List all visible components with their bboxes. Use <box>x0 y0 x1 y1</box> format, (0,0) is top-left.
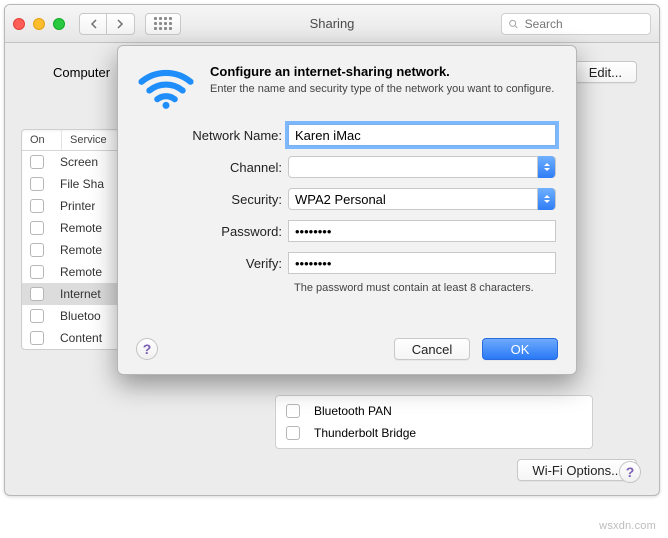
nav-buttons <box>79 13 135 35</box>
password-hint: The password must contain at least 8 cha… <box>294 282 556 294</box>
service-checkbox[interactable] <box>30 309 44 323</box>
label-security: Security: <box>138 192 288 207</box>
service-checkbox[interactable] <box>30 221 44 235</box>
service-checkbox[interactable] <box>30 199 44 213</box>
search-input[interactable] <box>523 16 644 32</box>
grid-icon <box>154 17 172 30</box>
label-password: Password: <box>138 224 288 239</box>
zoom-icon[interactable] <box>53 18 65 30</box>
sheet-title: Configure an internet-sharing network. <box>210 64 554 79</box>
service-checkbox[interactable] <box>30 155 44 169</box>
sheet-subtitle: Enter the name and security type of the … <box>210 82 554 96</box>
service-label: Remote <box>60 221 102 235</box>
ok-button[interactable]: OK <box>482 338 558 360</box>
wifi-icon <box>138 64 194 110</box>
service-checkbox[interactable] <box>30 265 44 279</box>
ports-list: Bluetooth PAN Thunderbolt Bridge <box>275 395 593 449</box>
chevron-left-icon <box>90 19 97 29</box>
dropdown-arrows-icon <box>537 156 555 178</box>
network-name-input[interactable] <box>288 124 556 146</box>
cancel-button[interactable]: Cancel <box>394 338 470 360</box>
help-button[interactable]: ? <box>619 461 641 483</box>
service-checkbox[interactable] <box>30 287 44 301</box>
service-label: Screen <box>60 155 98 169</box>
search-icon <box>508 18 519 30</box>
label-network-name: Network Name: <box>138 128 288 143</box>
service-label: Content <box>60 331 102 345</box>
sheet-help-button[interactable]: ? <box>136 338 158 360</box>
label-channel: Channel: <box>138 160 288 175</box>
service-label: Remote <box>60 265 102 279</box>
password-input[interactable] <box>288 220 556 242</box>
search-field[interactable] <box>501 13 651 35</box>
security-value: WPA2 Personal <box>295 192 386 207</box>
preferences-window: Sharing Computer Edit... On Service Scre… <box>4 4 660 496</box>
port-label: Bluetooth PAN <box>314 404 392 418</box>
window-controls <box>13 18 65 30</box>
computer-name-label: Computer <box>53 65 110 80</box>
minimize-icon[interactable] <box>33 18 45 30</box>
service-label: File Sha <box>60 177 104 191</box>
chevron-right-icon <box>117 19 124 29</box>
close-icon[interactable] <box>13 18 25 30</box>
channel-select[interactable] <box>288 156 556 178</box>
show-all-button[interactable] <box>145 13 181 35</box>
label-verify: Verify: <box>138 256 288 271</box>
titlebar: Sharing <box>5 5 659 43</box>
col-service[interactable]: Service <box>62 130 115 150</box>
port-checkbox[interactable] <box>286 426 300 440</box>
service-label: Printer <box>60 199 95 213</box>
wifi-config-sheet: Configure an internet-sharing network. E… <box>117 45 577 375</box>
service-label: Bluetoo <box>60 309 101 323</box>
sheet-form: Network Name: Channel: Security: WPA2 Pe… <box>138 124 556 294</box>
port-label: Thunderbolt Bridge <box>314 426 416 440</box>
back-button[interactable] <box>79 13 107 35</box>
security-select[interactable]: WPA2 Personal <box>288 188 556 210</box>
col-on[interactable]: On <box>22 130 62 150</box>
edit-button[interactable]: Edit... <box>574 61 637 83</box>
service-label: Remote <box>60 243 102 257</box>
forward-button[interactable] <box>107 13 135 35</box>
service-label: Internet <box>60 287 101 301</box>
service-checkbox[interactable] <box>30 177 44 191</box>
verify-input[interactable] <box>288 252 556 274</box>
port-checkbox[interactable] <box>286 404 300 418</box>
watermark: wsxdn.com <box>599 520 656 532</box>
port-row[interactable]: Thunderbolt Bridge <box>276 422 592 444</box>
port-row[interactable]: Bluetooth PAN <box>276 400 592 422</box>
dropdown-arrows-icon <box>537 188 555 210</box>
service-checkbox[interactable] <box>30 243 44 257</box>
service-checkbox[interactable] <box>30 331 44 345</box>
